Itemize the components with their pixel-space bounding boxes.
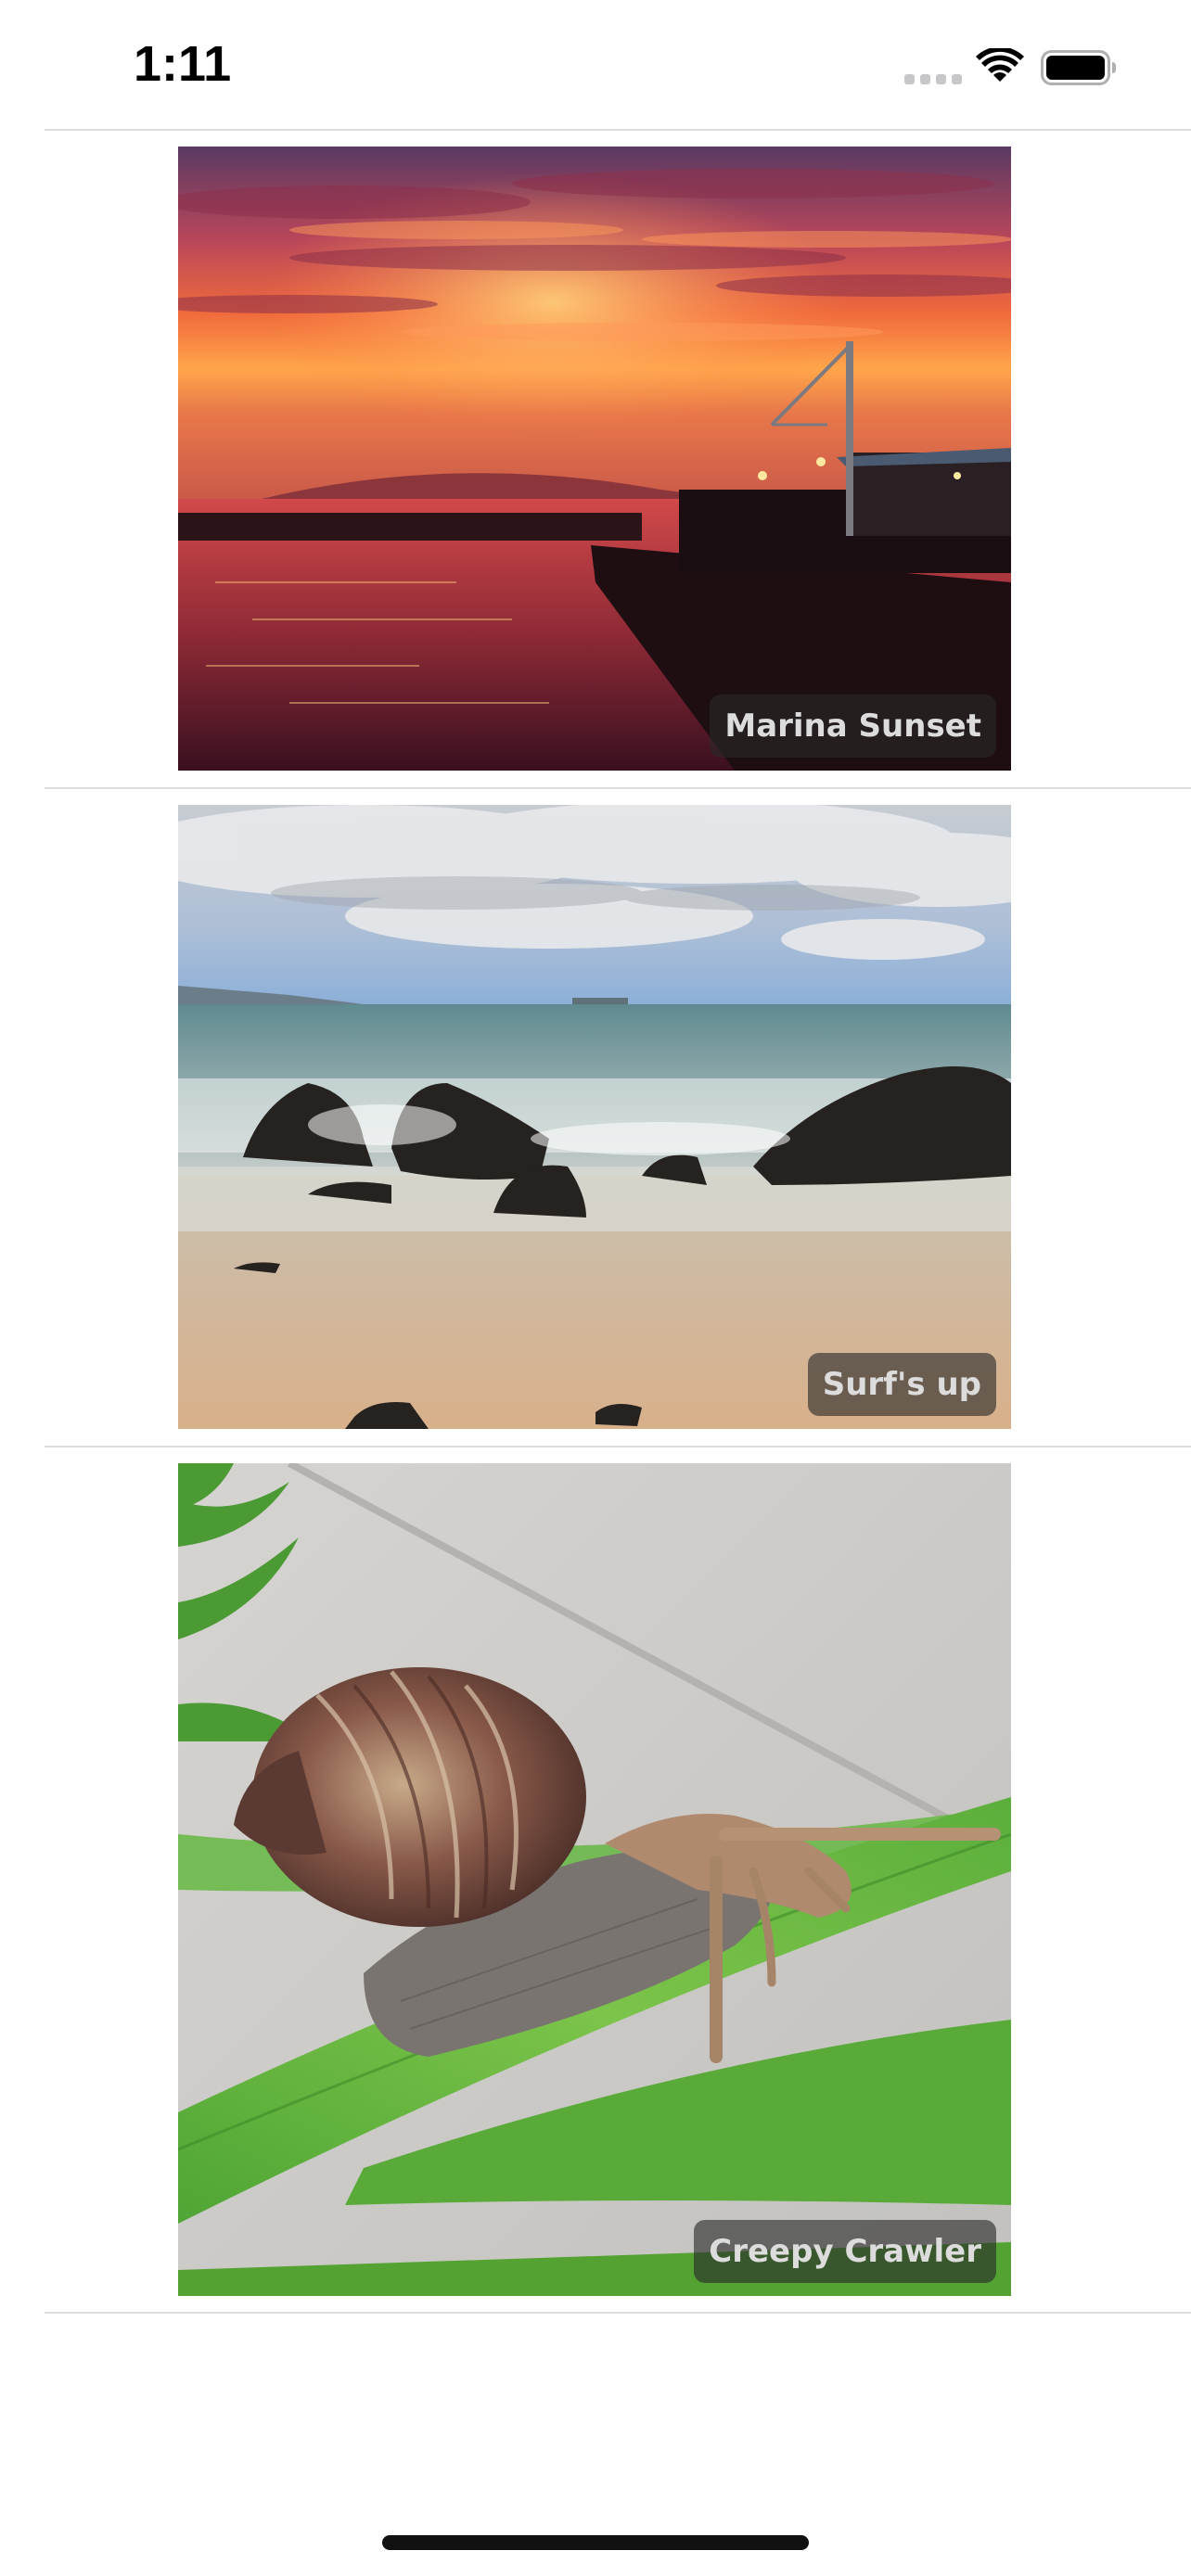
rocky-surf-photo: Surf's up: [178, 805, 1011, 1429]
photo-table[interactable]: Marina Sunset Surf's up Creepy Crawler: [0, 0, 1191, 2576]
separator: [45, 2312, 1191, 2314]
snail-on-leaf-photo: Creepy Crawler: [178, 1463, 1011, 2296]
sunset-harbor-photo: Marina Sunset: [178, 147, 1011, 771]
app-screen: 1:11 Marina Sunset Surf's up Creepy Craw…: [0, 0, 1191, 2576]
photo-caption: Creepy Crawler: [694, 2220, 996, 2283]
table-row[interactable]: Creepy Crawler: [0, 1447, 1191, 2313]
photo-caption: Surf's up: [807, 1353, 996, 1416]
table-row[interactable]: Surf's up: [0, 789, 1191, 1447]
home-indicator[interactable]: [382, 2535, 809, 2550]
table-row[interactable]: Marina Sunset: [0, 131, 1191, 788]
photo-caption: Marina Sunset: [710, 695, 996, 758]
